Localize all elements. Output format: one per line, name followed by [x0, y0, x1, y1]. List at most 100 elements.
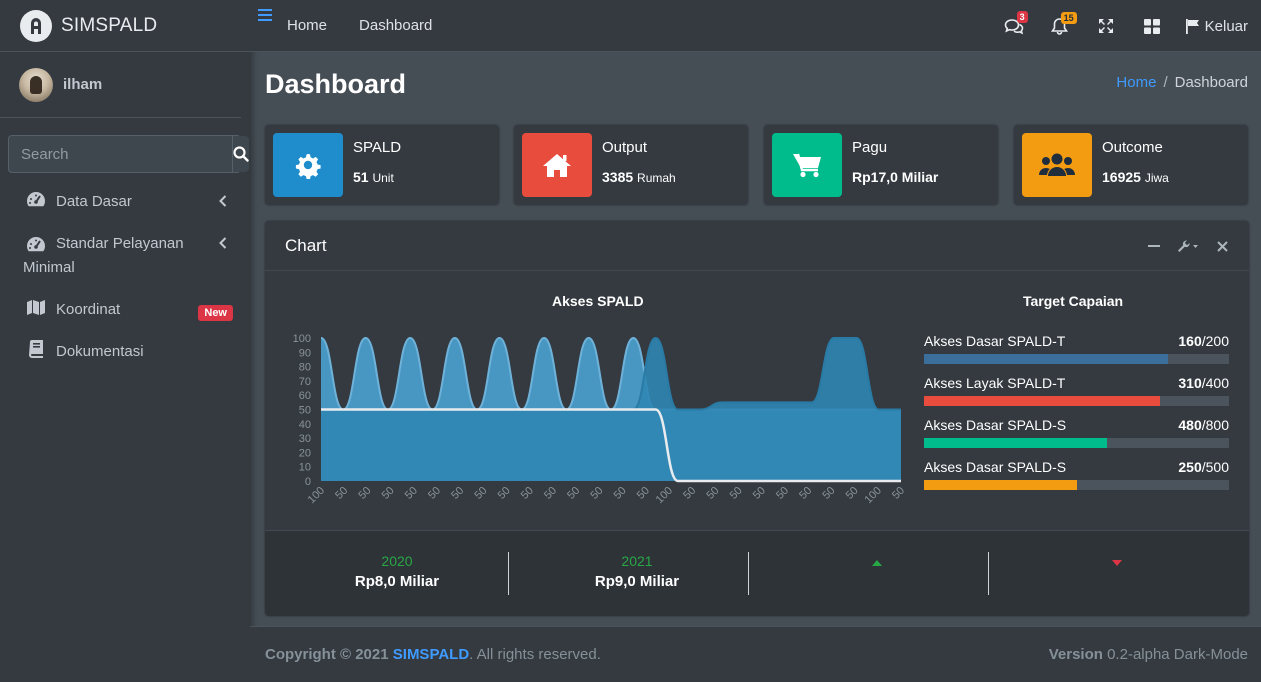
x-tick-label: 50	[774, 485, 791, 502]
sidebar-item-dokumentasi[interactable]: Dokumentasi	[0, 331, 250, 373]
x-tick-label: 50	[565, 485, 582, 502]
info-box-title: SPALD	[353, 139, 402, 156]
info-box-value: 3385	[602, 169, 634, 185]
footer-brand-link[interactable]: SIMSPALD	[393, 646, 469, 663]
user-name[interactable]: ilham	[63, 76, 102, 93]
card-body: Akses SPALD 0 10 20 30 40 50 60 70 80 90 100 100 50 5…	[265, 271, 1249, 530]
card-settings-dropdown[interactable]	[1171, 234, 1205, 258]
breadcrumb-home-link[interactable]: Home	[1116, 74, 1156, 91]
minus-icon	[1148, 245, 1160, 247]
description-year: 2021	[621, 553, 653, 569]
chart-title: Akses SPALD	[552, 293, 644, 309]
x-tick-label: 50	[890, 485, 907, 502]
main-content: Dashboard Home / Dashboard SPALD 51 Unit O…	[250, 52, 1261, 624]
card-title: Chart	[285, 235, 327, 255]
progress-current: 160	[1178, 333, 1202, 349]
progress-fill	[924, 396, 1161, 406]
wrench-icon	[1178, 240, 1198, 252]
info-box-spald: SPALD 51 Unit	[265, 125, 499, 205]
rights-text: . All rights reserved.	[469, 646, 601, 663]
progress-group: Akses Layak SPALD-T 310/400	[924, 375, 1229, 406]
description-block-2021: 2021 Rp9,0 Miliar	[517, 553, 757, 590]
progress-label: Akses Dasar SPALD-T	[924, 333, 1066, 349]
page-title: Dashboard	[265, 69, 407, 99]
y-tick-label: 100	[293, 333, 311, 345]
progress-bar	[924, 480, 1229, 490]
brand-link[interactable]: SIMSPALD	[0, 0, 250, 52]
breadcrumb: Home / Dashboard	[1116, 74, 1248, 91]
sidebar-item-koordinat[interactable]: Koordinat New	[0, 289, 250, 331]
card-tools	[1137, 221, 1235, 271]
top-right-nav: 3 15 Keluar	[991, 0, 1261, 52]
info-box-unit: Unit	[372, 171, 394, 185]
sidebar-item-data-dasar[interactable]: Data Dasar	[0, 181, 250, 223]
map-icon	[25, 298, 47, 316]
sidebar-search	[8, 135, 249, 173]
x-tick-label: 100	[862, 485, 883, 506]
progress-total: /500	[1201, 459, 1229, 475]
cart-icon	[772, 133, 842, 197]
new-badge: New	[198, 305, 233, 321]
x-tick-label: 50	[588, 485, 605, 502]
progress-fill	[924, 480, 1077, 490]
caret-down-icon	[1112, 560, 1122, 566]
main-footer: Copyright © 2021 SIMSPALD. All rights re…	[250, 626, 1261, 682]
sidebar: SIMSPALD ilham Data Dasar Standar Pelaya…	[0, 0, 250, 682]
top-link-dashboard[interactable]: Dashboard	[359, 17, 432, 34]
search-input[interactable]	[9, 136, 232, 172]
y-tick-label: 80	[299, 362, 311, 374]
x-tick-label: 50	[612, 485, 629, 502]
x-tick-label: 50	[496, 485, 513, 502]
top-link-home[interactable]: Home	[287, 17, 327, 34]
info-box-title: Pagu	[852, 139, 888, 156]
control-sidebar-button[interactable]	[1129, 0, 1175, 52]
card-header: Chart	[265, 221, 1249, 271]
progress-group: Akses Dasar SPALD-T 160/200	[924, 333, 1229, 364]
messages-button[interactable]: 3	[991, 0, 1037, 52]
book-icon	[25, 340, 47, 358]
sidebar-item-standar-pelayanan-minimal[interactable]: Standar Pelayanan Minimal	[0, 223, 250, 289]
x-tick-label: 50	[635, 485, 652, 502]
collapse-button[interactable]	[1141, 234, 1167, 258]
notifications-button[interactable]: 15	[1037, 0, 1083, 52]
y-tick-label: 0	[305, 476, 311, 488]
search-button[interactable]	[232, 136, 249, 172]
logout-button[interactable]: Keluar	[1175, 18, 1261, 35]
x-tick-label: 50	[681, 485, 698, 502]
info-box-pagu: Pagu Rp17,0 Miliar	[764, 125, 998, 205]
progress-label: Akses Layak SPALD-T	[924, 375, 1066, 391]
menu-toggle-icon[interactable]	[258, 8, 272, 26]
description-block-2020: 2020 Rp8,0 Miliar	[277, 553, 517, 590]
x-tick-label: 50	[797, 485, 814, 502]
fullscreen-button[interactable]	[1083, 0, 1129, 52]
notifications-count-badge: 15	[1060, 12, 1077, 24]
info-box-unit: Rumah	[637, 171, 676, 185]
progress-current: 250	[1178, 459, 1202, 475]
info-box-unit: Jiwa	[1144, 171, 1169, 185]
flag-icon	[1185, 18, 1199, 34]
x-tick-label: 50	[704, 485, 721, 502]
search-icon	[233, 146, 249, 162]
y-tick-label: 90	[299, 347, 311, 359]
progress-bar	[924, 438, 1229, 448]
x-tick-label: 50	[542, 485, 559, 502]
sidebar-item-label: Dokumentasi	[56, 343, 144, 360]
x-tick-label: 50	[449, 485, 466, 502]
copyright-text: Copyright © 2021	[265, 646, 389, 663]
expand-arrows-icon	[1098, 19, 1113, 33]
brand-logo-icon	[20, 9, 52, 42]
remove-button[interactable]	[1209, 234, 1235, 258]
progress-total: /400	[1201, 375, 1229, 391]
progress-fill	[924, 438, 1107, 448]
info-box-title: Outcome	[1102, 139, 1163, 156]
progress-fill	[924, 354, 1168, 364]
y-tick-label: 40	[299, 419, 311, 431]
user-panel[interactable]: ilham	[0, 52, 241, 118]
akses-spald-chart: 0102030405060708090100100 50 50 50 50 50 50 50 5…	[293, 333, 907, 506]
progress-bar	[924, 396, 1229, 406]
y-tick-label: 30	[299, 433, 311, 445]
version-label: Version	[1048, 646, 1103, 663]
progress-group: Akses Dasar SPALD-S 480/800	[924, 417, 1229, 448]
version-value: 0.2-alpha Dark-Mode	[1107, 646, 1248, 663]
progress-group: Akses Dasar SPALD-S 250/500	[924, 459, 1229, 490]
